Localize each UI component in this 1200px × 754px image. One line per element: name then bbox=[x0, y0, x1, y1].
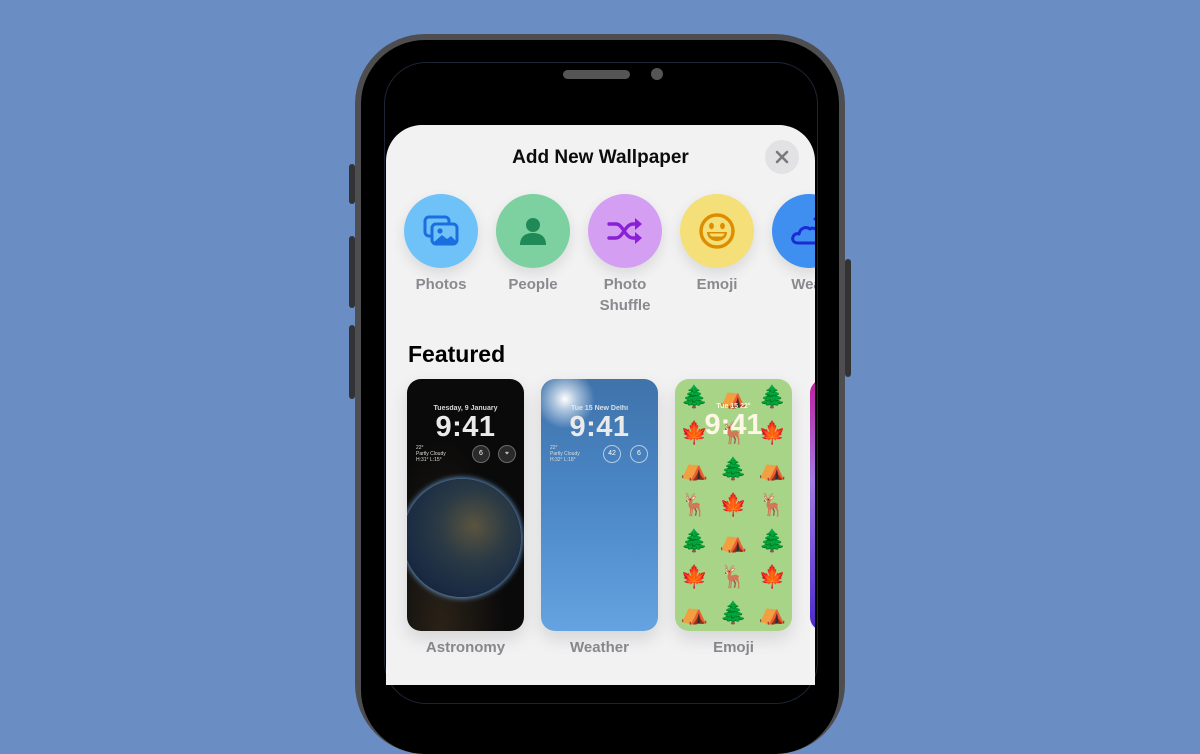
front-camera bbox=[651, 68, 663, 80]
emoji-tile: ⛺ bbox=[758, 600, 787, 625]
earth-image bbox=[407, 479, 521, 597]
photos-circle bbox=[404, 194, 478, 268]
weather-widget: 22° Partly Cloudy H:31° L:15° bbox=[416, 445, 446, 463]
featured-carousel: Tuesday, 9 January 9:41 22° Partly Cloud… bbox=[407, 379, 815, 669]
weather-range: H:32° L:18° bbox=[550, 457, 576, 463]
cloud-sun-icon bbox=[791, 217, 815, 245]
wallpaper-type-photos[interactable]: Photos bbox=[395, 194, 487, 295]
type-label-line2: Shuffle bbox=[599, 297, 651, 314]
featured-card-weather[interactable]: Tue 15 New Delhi 9:41 22° Partly Cloudy … bbox=[541, 379, 658, 656]
featured-card-emoji[interactable]: 🌲⛺🌲🍁🦌🍁⛺🌲⛺🦌🍁🦌🌲⛺🌲🍁🦌🍁⛺🌲⛺🦌🍁🦌 Tue 15 22° 9:41… bbox=[675, 379, 792, 656]
add-wallpaper-sheet: Add New Wallpaper Photos People Photo Sh… bbox=[386, 125, 815, 685]
card-label: Astronomy bbox=[425, 639, 506, 656]
emoji-tile: ⛺ bbox=[758, 456, 787, 481]
wallpaper-type-emoji[interactable]: Emoji bbox=[671, 194, 763, 295]
emoji-tile: ⛺ bbox=[719, 528, 748, 553]
emoji-tile: 🍁 bbox=[719, 492, 748, 517]
uv-gauge-widget: 6 bbox=[630, 445, 648, 463]
lock-time: 9:41 bbox=[704, 409, 763, 441]
lock-time: 9:41 bbox=[435, 411, 496, 443]
card-label: Weather bbox=[570, 639, 629, 656]
photos-icon bbox=[423, 215, 459, 246]
type-label: People bbox=[508, 276, 558, 293]
weather-range: H:31° L:15° bbox=[416, 457, 442, 463]
lock-time: 9:41 bbox=[569, 411, 630, 443]
type-label-line1: Photo bbox=[603, 276, 647, 293]
emoji-tile: 🌲 bbox=[719, 600, 748, 625]
emoji-tile: ⛺ bbox=[680, 456, 709, 481]
weather-circle bbox=[772, 194, 815, 268]
wallpaper-type-weather[interactable]: Weat bbox=[763, 194, 815, 295]
lock-date: Tue 15 New Delhi bbox=[570, 405, 629, 412]
wallpaper-type-people[interactable]: People bbox=[487, 194, 579, 295]
people-circle bbox=[496, 194, 570, 268]
weather-widget: 22° Partly Cloudy H:32° L:18° bbox=[550, 445, 580, 463]
type-label: Photos bbox=[415, 276, 467, 293]
person-icon bbox=[520, 218, 546, 245]
wallpaper-type-row: Photos People Photo Shuffle Emoji We bbox=[404, 194, 815, 324]
featured-card-partial[interactable] bbox=[810, 379, 815, 631]
emoji-tile: 🌲 bbox=[680, 528, 709, 553]
aqi-gauge-widget: 42 bbox=[603, 445, 621, 463]
xmark-icon bbox=[775, 150, 789, 164]
calendar-widget: 6 bbox=[472, 445, 490, 463]
sheet-title: Add New Wallpaper bbox=[512, 147, 689, 168]
type-label: Emoji bbox=[696, 276, 738, 293]
emoji-circle bbox=[680, 194, 754, 268]
speaker-grille bbox=[563, 70, 630, 79]
smiley-icon bbox=[699, 213, 735, 249]
type-label: Photo Shuffle bbox=[579, 274, 671, 316]
photo-shuffle-circle bbox=[588, 194, 662, 268]
lock-screen-preview: Tue 15 22° 9:41 bbox=[675, 403, 792, 440]
lock-date: Tuesday, 9 January bbox=[433, 405, 498, 412]
wallpaper-type-photo-shuffle[interactable]: Photo Shuffle bbox=[579, 194, 671, 316]
location-pin-icon: ⌖ bbox=[498, 445, 516, 463]
lock-screen-preview: Tue 15 New Delhi 9:41 bbox=[541, 405, 658, 442]
power-button bbox=[845, 259, 851, 377]
emoji-tile: 🦌 bbox=[719, 564, 748, 589]
shuffle-icon bbox=[607, 218, 642, 244]
close-button[interactable] bbox=[765, 140, 799, 174]
type-label: Weat bbox=[791, 276, 815, 293]
lock-screen-preview: Tuesday, 9 January 9:41 bbox=[407, 405, 524, 442]
card-label: Emoji bbox=[713, 639, 754, 656]
featured-heading: Featured bbox=[408, 341, 506, 367]
emoji-tile: 🍁 bbox=[758, 564, 787, 589]
emoji-thumbnail: 🌲⛺🌲🍁🦌🍁⛺🌲⛺🦌🍁🦌🌲⛺🌲🍁🦌🍁⛺🌲⛺🦌🍁🦌 Tue 15 22° 9:41 bbox=[675, 379, 792, 631]
emoji-tile: 🍁 bbox=[680, 564, 709, 589]
weather-thumbnail: Tue 15 New Delhi 9:41 22° Partly Cloudy … bbox=[541, 379, 658, 631]
emoji-tile: 🌲 bbox=[758, 528, 787, 553]
emoji-tile: 🌲 bbox=[719, 456, 748, 481]
featured-card-astronomy[interactable]: Tuesday, 9 January 9:41 22° Partly Cloud… bbox=[407, 379, 524, 656]
astronomy-thumbnail: Tuesday, 9 January 9:41 22° Partly Cloud… bbox=[407, 379, 524, 631]
emoji-tile: 🦌 bbox=[680, 492, 709, 517]
emoji-tile: 🦌 bbox=[758, 492, 787, 517]
emoji-tile: ⛺ bbox=[680, 600, 709, 625]
